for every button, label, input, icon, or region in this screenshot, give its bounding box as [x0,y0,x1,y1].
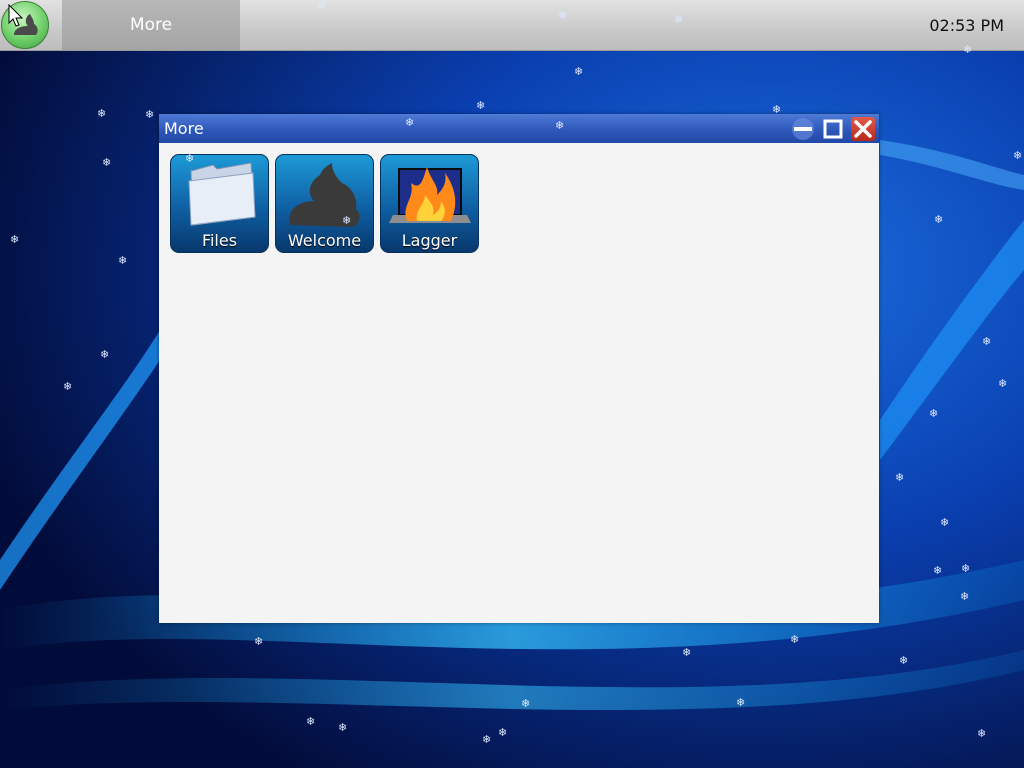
maximize-button[interactable] [821,117,845,141]
taskbar: More 02:53 PM [0,0,1024,51]
lagger-fire-icon [389,167,471,223]
folder-icon [188,162,256,226]
maximize-icon [823,119,843,139]
desktop: More 02:53 PM More Files Welcome Lagger … [0,0,1024,768]
launcher-label: Files [201,231,238,250]
taskbar-window-label: More [129,15,173,35]
launcher-lagger[interactable]: Lagger [380,154,479,253]
minimize-icon [792,118,814,140]
mouse-pointer-icon [8,4,24,27]
window-titlebar[interactable]: More [159,114,879,143]
launcher-welcome[interactable]: Welcome [275,154,374,253]
welcome-logo-icon [289,163,360,227]
close-icon [854,120,872,138]
clock: 02:53 PM [929,15,1004,35]
launcher-label: Welcome [287,231,362,250]
window-title: More [164,119,204,138]
minimize-button[interactable] [791,117,815,141]
close-button[interactable] [851,117,875,141]
window-content: Files Welcome Lagger [159,143,879,623]
launcher-files[interactable]: Files [170,154,269,253]
taskbar-window-button-more[interactable]: More [62,0,240,50]
more-window: More Files Welcome Lagger [159,114,879,623]
launcher-label: Lagger [401,231,458,250]
